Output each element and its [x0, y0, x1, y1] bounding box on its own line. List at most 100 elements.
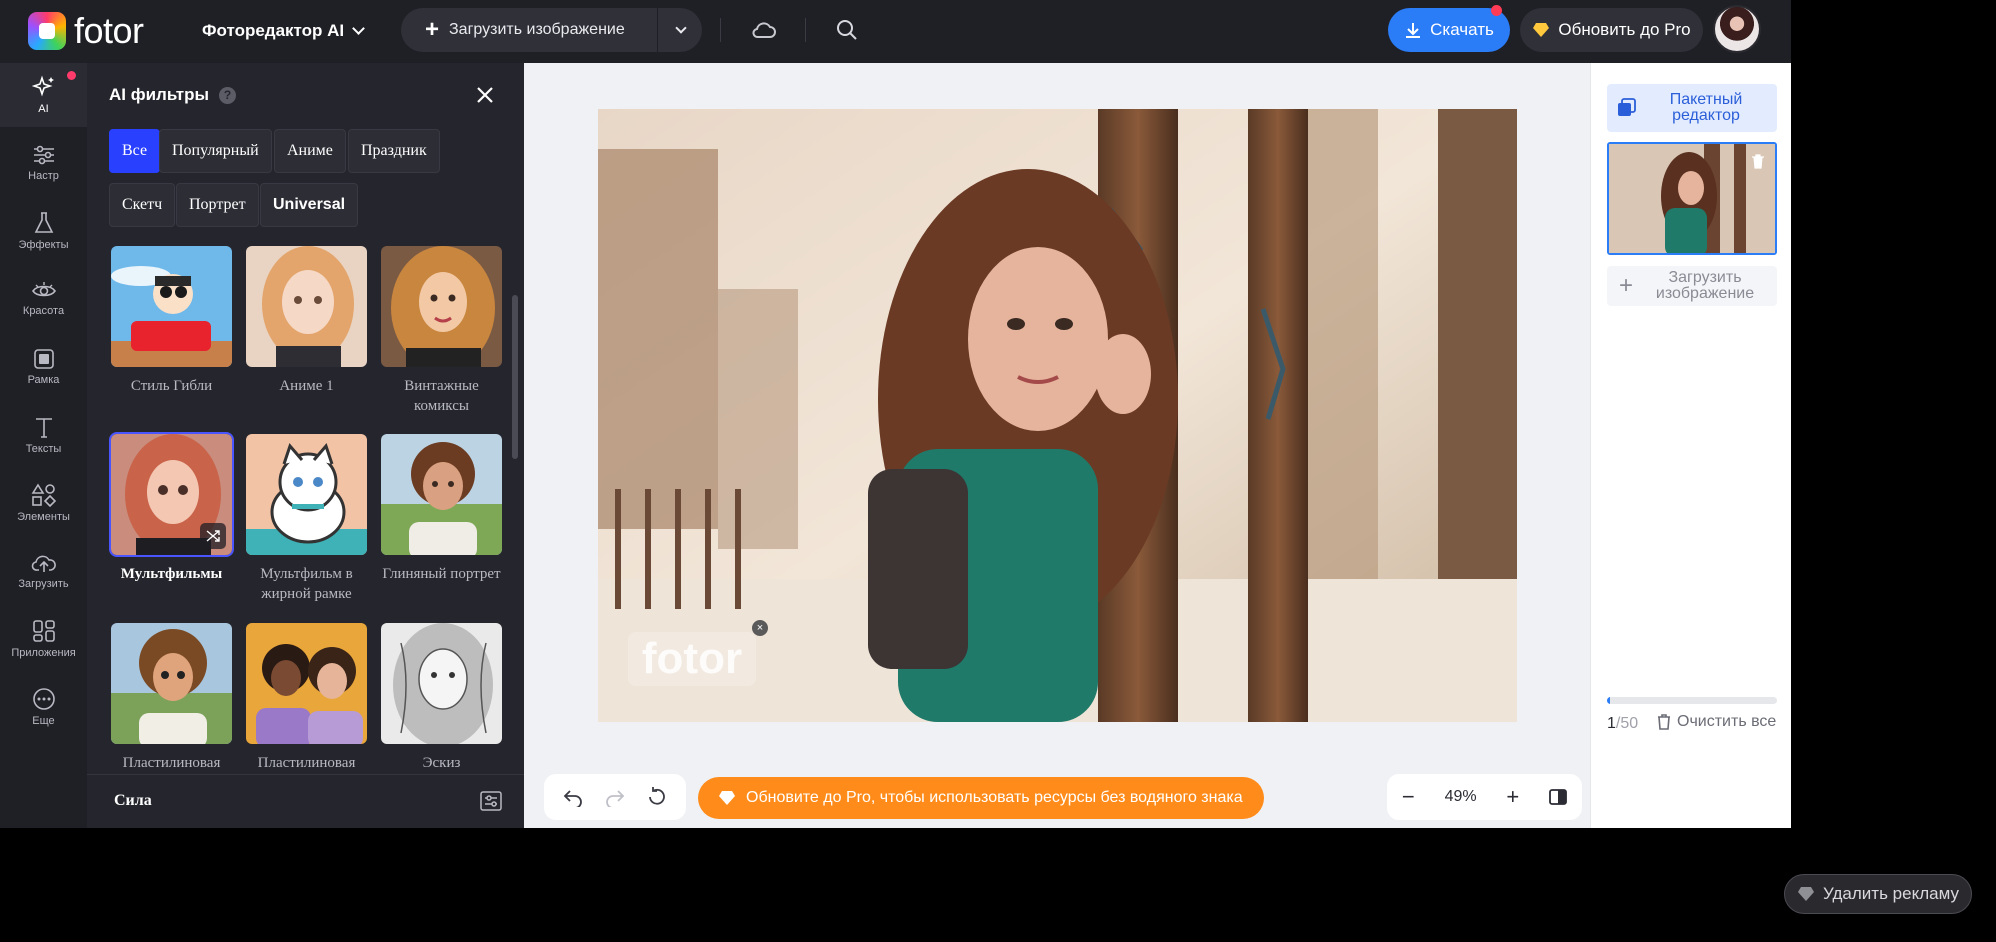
filter-tile[interactable]: Винтажные комиксы [379, 244, 504, 416]
rail-item-apps[interactable]: Приложения [0, 607, 87, 671]
rail-item-label: Еще [32, 715, 55, 727]
filter-tile[interactable]: Пластилиновая [244, 621, 369, 770]
user-avatar[interactable] [1713, 5, 1761, 53]
trash-icon[interactable] [1749, 152, 1767, 170]
filter-label: Мультфильм в жирной рамке [260, 566, 353, 602]
zoom-in-button[interactable]: + [1506, 784, 1519, 810]
rail-item-upload[interactable]: Загрузить [0, 539, 87, 603]
chip-popular[interactable]: Популярный [159, 129, 272, 173]
strength-label: Сила [114, 792, 152, 809]
rail-item-frame[interactable]: Рамка [0, 335, 87, 399]
trash-icon [1658, 714, 1670, 730]
filter-tile[interactable]: Стиль Гибли [109, 244, 234, 396]
filter-thumbnail [109, 621, 234, 746]
filter-thumbnail [379, 621, 504, 746]
filter-label: Пластилиновая [122, 755, 221, 770]
filter-label: Глиняный портрет [382, 566, 501, 582]
cloud-button[interactable] [748, 14, 780, 46]
upload-image-button[interactable]: + Загрузить изображение [401, 8, 658, 52]
add-image-button[interactable]: + Загрузить изображение [1607, 266, 1777, 306]
zoom-controls: − 49% + [1387, 774, 1582, 820]
rail-item-elements[interactable]: Элементы [0, 471, 87, 535]
batch-editor-button[interactable]: Пакетный редактор [1607, 84, 1777, 132]
rail-item-label: Элементы [17, 511, 70, 523]
rail-item-label: Загрузить [18, 578, 69, 590]
compare-icon[interactable] [1549, 788, 1567, 806]
progress-fill [1607, 697, 1611, 704]
filter-tile-selected[interactable]: Мультфильмы [109, 432, 234, 584]
clear-all-button[interactable]: Очистить все [1657, 713, 1776, 731]
filter-thumbnail [244, 244, 369, 369]
history-controls [544, 774, 686, 820]
filter-tile[interactable]: Глиняный портрет [379, 432, 504, 584]
zoom-out-button[interactable]: − [1402, 784, 1415, 810]
rail-item-beauty[interactable]: Красота [0, 267, 87, 331]
upload-options-dropdown[interactable] [658, 8, 702, 52]
eye-icon [31, 282, 56, 297]
watermark-close-button[interactable]: × [752, 620, 768, 636]
redo-icon[interactable] [604, 787, 626, 807]
upgrade-pro-button[interactable]: Обновить до Pro [1520, 8, 1703, 52]
remove-ads-button[interactable]: Удалить рекламу [1784, 874, 1972, 914]
help-icon[interactable]: ? [219, 86, 237, 104]
filter-thumbnail [109, 432, 234, 557]
editor-app: fotor Фоторедактор AI + Загрузить изобра… [0, 0, 1791, 828]
layers-icon [1618, 98, 1636, 116]
search-icon [837, 20, 857, 40]
filter-tile[interactable]: Пластилиновая [109, 621, 234, 770]
image-count-progress [1607, 697, 1777, 704]
strength-bar: Сила [87, 774, 524, 828]
rail-item-effects[interactable]: Эффекты [0, 199, 87, 263]
upload-button-group: + Загрузить изображение [401, 8, 702, 52]
flask-icon [34, 212, 53, 233]
close-icon[interactable] [473, 83, 497, 107]
chevron-down-icon [352, 22, 366, 35]
filter-tile[interactable]: Аниме 1 [244, 244, 369, 396]
chip-anime[interactable]: Аниме [274, 129, 346, 173]
fotor-logo[interactable]: fotor [28, 9, 144, 53]
batch-editor-label: Пакетный редактор [1669, 91, 1743, 124]
diamond-icon [1533, 23, 1550, 37]
upgrade-banner[interactable]: Обновите до Pro, чтобы использовать ресу… [698, 777, 1264, 819]
rail-item-ai[interactable]: AI [0, 63, 87, 127]
reset-icon[interactable] [646, 786, 668, 808]
filter-label: Винтажные комиксы [404, 378, 479, 414]
cloud-icon [752, 22, 776, 38]
filter-thumbnail [379, 244, 504, 369]
rail-item-label: AI [38, 103, 49, 115]
chip-sketch[interactable]: Скетч [109, 183, 176, 227]
rail-item-text[interactable]: Тексты [0, 403, 87, 467]
editor-menu-dropdown[interactable]: Фоторедактор AI [202, 17, 366, 45]
image-count: 1/50 [1607, 715, 1638, 733]
more-icon [32, 688, 55, 710]
filter-tile[interactable]: Мультфильм в жирной рамке [244, 432, 369, 604]
edited-photo[interactable]: fotor × [598, 109, 1517, 722]
undo-icon[interactable] [562, 787, 584, 807]
frame-icon [33, 349, 54, 369]
adjust-settings-icon[interactable] [480, 791, 502, 811]
selected-image-thumbnail[interactable] [1607, 142, 1777, 255]
panel-scrollbar[interactable] [512, 295, 518, 459]
notification-dot [1491, 5, 1502, 16]
ai-filters-panel: AI фильтры ? Все Популярный Аниме Праздн… [87, 63, 524, 828]
chip-universal[interactable]: Universal [260, 183, 359, 227]
rail-item-more[interactable]: Еще [0, 675, 87, 739]
rail-item-adjust[interactable]: Настр [0, 131, 87, 195]
divider [805, 18, 806, 42]
download-button[interactable]: Скачать [1388, 5, 1510, 52]
editor-menu-label: Фоторедактор AI [202, 21, 345, 40]
diamond-icon [719, 791, 735, 805]
chip-portrait[interactable]: Портрет [176, 183, 259, 227]
tool-rail: AI Настр Эффекты Красота Рамка Тексты Эл… [0, 63, 87, 828]
filter-tile[interactable]: Эскиз [379, 621, 504, 770]
upgrade-pro-label: Обновить до Pro [1558, 20, 1691, 39]
divider [720, 18, 721, 42]
chevron-down-icon [675, 21, 687, 34]
plus-icon: + [425, 16, 440, 43]
chip-holiday[interactable]: Праздник [348, 129, 440, 173]
search-button[interactable] [831, 14, 863, 46]
shuffle-button[interactable] [200, 523, 226, 549]
filter-thumbnail [244, 621, 369, 746]
chip-all[interactable]: Все [109, 129, 161, 173]
rail-item-label: Рамка [27, 374, 60, 386]
